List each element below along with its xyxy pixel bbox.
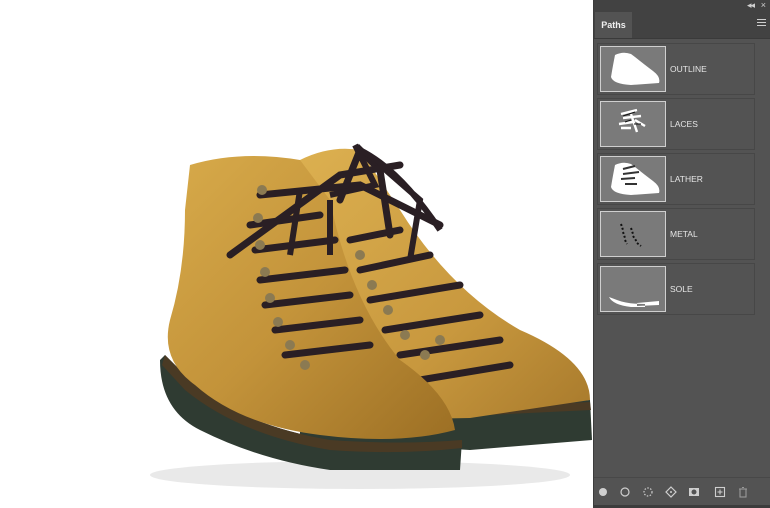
metal-thumbnail-icon xyxy=(600,211,666,257)
path-label: METAL xyxy=(670,229,698,239)
path-row-outline[interactable]: OUTLINE xyxy=(597,43,755,95)
add-mask-icon[interactable] xyxy=(688,486,700,498)
boots-image xyxy=(150,143,592,489)
paths-list: OUTLINE LACES LATHER METAL SOLE xyxy=(597,43,755,318)
stroke-path-icon[interactable] xyxy=(619,486,631,498)
document-canvas[interactable] xyxy=(0,0,593,508)
outline-thumbnail-icon xyxy=(600,46,666,92)
laces-thumbnail-icon xyxy=(600,101,666,147)
tab-paths[interactable]: Paths xyxy=(595,12,632,38)
new-path-icon[interactable] xyxy=(714,486,726,498)
panel-menu-icon[interactable] xyxy=(757,19,766,28)
make-work-path-icon[interactable] xyxy=(665,486,677,498)
panel-top-strip: ◂◂ × xyxy=(594,0,770,11)
panel-tab-bar: Paths xyxy=(594,11,770,39)
paths-panel: ◂◂ × Paths OUTLINE LACES LATHER METAL SO… xyxy=(593,0,770,508)
fill-path-icon[interactable] xyxy=(597,486,609,498)
panel-bottom-toolbar xyxy=(594,477,770,508)
path-label: LACES xyxy=(670,119,698,129)
load-selection-icon[interactable] xyxy=(642,486,654,498)
path-label: LATHER xyxy=(670,174,703,184)
path-label: OUTLINE xyxy=(670,64,707,74)
path-row-laces[interactable]: LACES xyxy=(597,98,755,150)
delete-path-icon[interactable] xyxy=(737,486,749,498)
lather-thumbnail-icon xyxy=(600,156,666,202)
path-label: SOLE xyxy=(670,284,693,294)
collapse-panel-icon[interactable]: ◂◂ xyxy=(747,0,755,11)
sole-thumbnail-icon xyxy=(600,266,666,312)
path-row-lather[interactable]: LATHER xyxy=(597,153,755,205)
path-row-metal[interactable]: METAL xyxy=(597,208,755,260)
path-row-sole[interactable]: SOLE xyxy=(597,263,755,315)
close-panel-icon[interactable]: × xyxy=(761,0,766,11)
